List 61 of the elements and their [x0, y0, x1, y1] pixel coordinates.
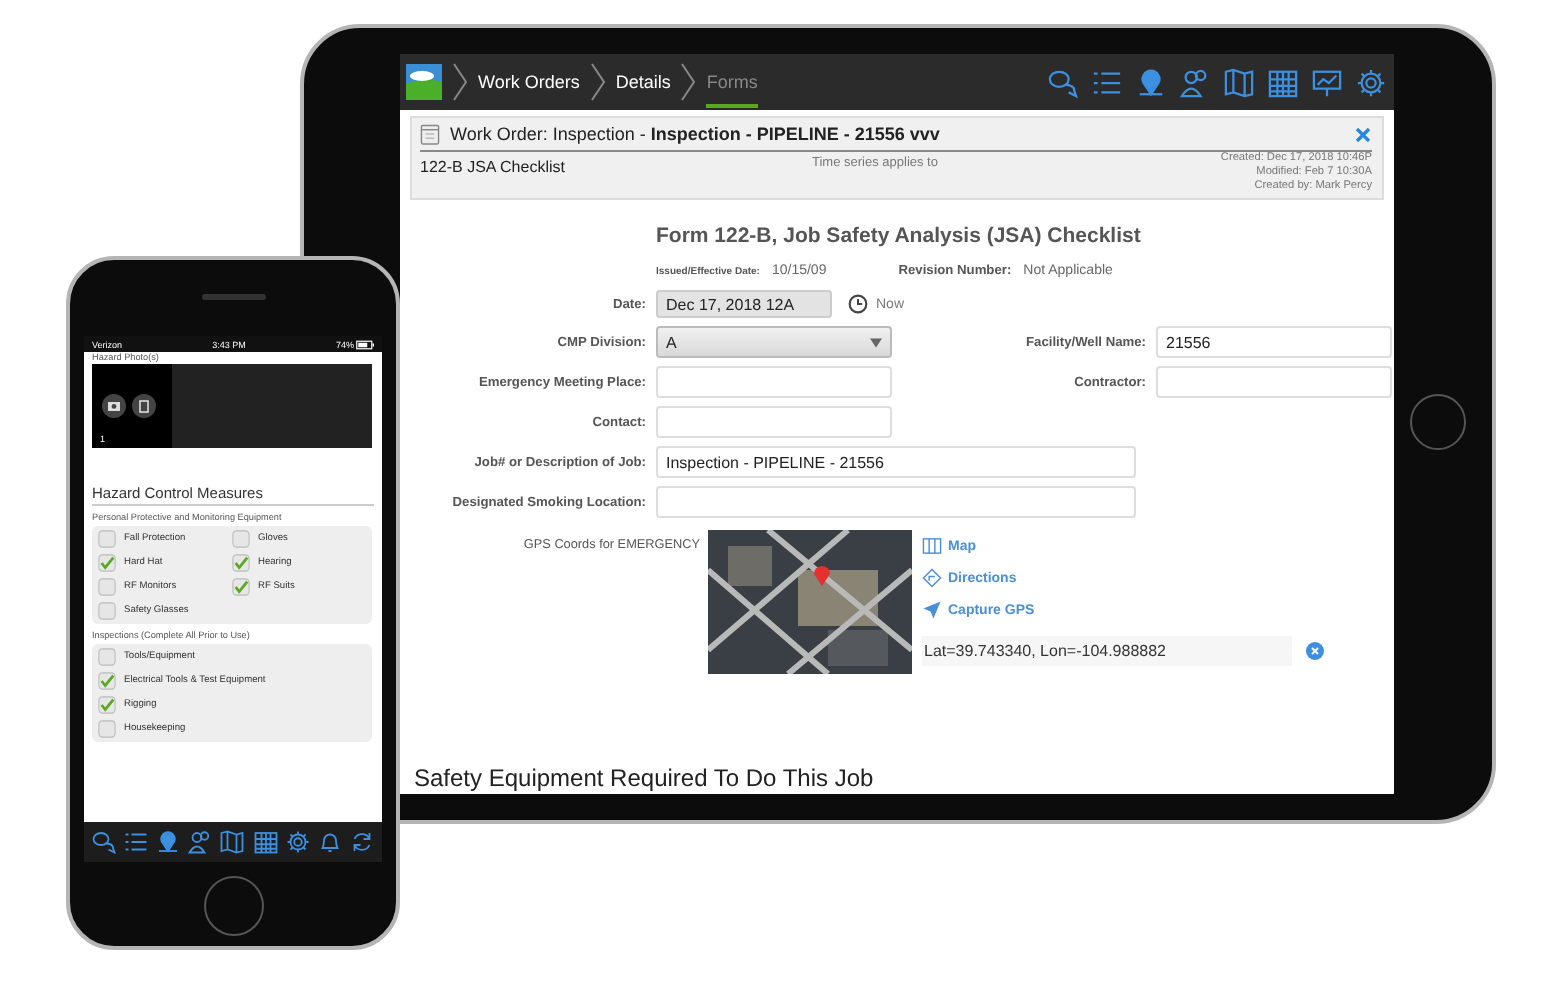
checkbox[interactable]	[98, 530, 116, 548]
list-icon[interactable]	[124, 830, 149, 854]
checkbox[interactable]	[98, 696, 116, 714]
settings-icon[interactable]	[1356, 67, 1386, 97]
clear-icon[interactable]	[1306, 642, 1324, 660]
chat-icon[interactable]	[1048, 67, 1078, 97]
chat-icon[interactable]	[92, 830, 117, 854]
input-field[interactable]: 21556	[1156, 326, 1392, 358]
location-pin-icon[interactable]	[156, 830, 181, 854]
input-field[interactable]	[1156, 366, 1392, 398]
calendar-icon[interactable]	[1268, 67, 1298, 97]
checkbox[interactable]	[98, 578, 116, 596]
input-field[interactable]: Inspection - PIPELINE - 21556	[656, 446, 1136, 478]
checkbox[interactable]	[232, 578, 250, 596]
dropdown-arrow-icon	[870, 337, 882, 347]
map-icon[interactable]	[220, 830, 245, 854]
map-icon	[922, 536, 942, 556]
people-icon[interactable]	[1180, 67, 1210, 97]
calendar-icon[interactable]	[253, 830, 278, 854]
section-heading: Safety Equipment Required To Do This Job	[414, 764, 876, 794]
checkbox[interactable]	[232, 530, 250, 548]
directions-icon	[922, 568, 942, 588]
chevron-icon	[680, 62, 697, 102]
breadcrumb[interactable]: Forms	[706, 60, 758, 108]
speaker-slot	[202, 294, 266, 300]
breadcrumb[interactable]: Work Orders	[478, 60, 580, 104]
arrow-icon	[922, 600, 942, 620]
settings-icon[interactable]	[285, 830, 310, 854]
checkbox[interactable]	[98, 554, 116, 572]
close-icon[interactable]	[1354, 125, 1372, 143]
clock-icon	[848, 294, 868, 314]
sync-icon[interactable]	[349, 830, 374, 854]
checkbox[interactable]	[98, 648, 116, 666]
map-icon[interactable]	[1224, 67, 1254, 97]
form-name: 122-B JSA Checklist	[420, 158, 567, 176]
home-button[interactable]	[204, 876, 264, 936]
app-logo-icon	[406, 64, 442, 100]
chevron-icon	[589, 62, 606, 102]
people-icon[interactable]	[188, 830, 213, 854]
calendar-icon	[420, 122, 440, 146]
form-title: Form 122-B, Job Safety Analysis (JSA) Checklist	[656, 224, 1143, 248]
input-field[interactable]	[656, 486, 1136, 518]
bell-icon[interactable]	[317, 830, 342, 854]
location-pin-icon[interactable]	[1136, 67, 1166, 97]
camera-icon[interactable]	[102, 394, 126, 418]
checkbox[interactable]	[98, 672, 116, 690]
home-button[interactable]	[1410, 394, 1466, 450]
list-icon[interactable]	[1092, 67, 1122, 97]
input-field[interactable]	[656, 366, 892, 398]
date-field[interactable]: Dec 17, 2018 12A	[656, 290, 832, 318]
work-order-title: Work Order: Inspection - Inspection - PIPELINE - 21556 vvv	[450, 124, 940, 144]
clipboard-icon[interactable]	[132, 394, 156, 418]
coordinates-field[interactable]: Lat=39.743340, Lon=-104.988882	[922, 636, 1292, 666]
checkbox[interactable]	[98, 602, 116, 620]
select-field[interactable]: A	[656, 326, 892, 358]
breadcrumb[interactable]: Details	[615, 60, 671, 104]
chevron-icon	[452, 62, 468, 102]
checkbox[interactable]	[232, 554, 250, 572]
chart-board-icon[interactable]	[1312, 67, 1342, 97]
input-field[interactable]	[656, 406, 892, 438]
checkbox[interactable]	[98, 720, 116, 738]
